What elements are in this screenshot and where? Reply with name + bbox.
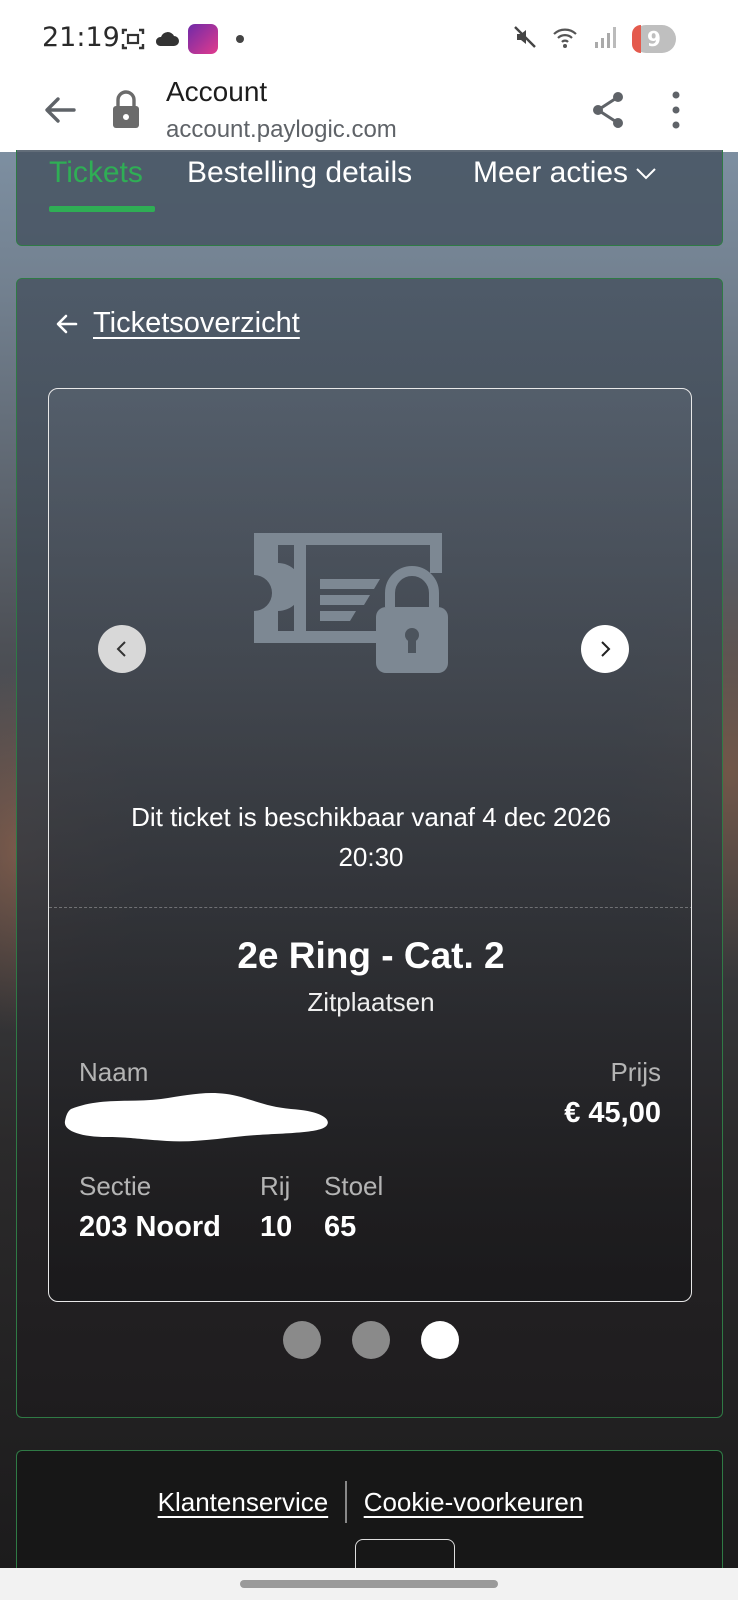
home-handle[interactable] (240, 1580, 498, 1588)
section-value: 203 Noord (79, 1211, 221, 1243)
tab-meer-acties[interactable]: Meer acties (473, 156, 656, 190)
pager-dot-1[interactable] (282, 1321, 321, 1359)
name-label: Naam (79, 1057, 149, 1087)
seat-label: Stoel (324, 1171, 384, 1201)
footer-card: Klantenservice Cookie-voorkeuren (16, 1450, 724, 1589)
chevron-down-icon (636, 168, 656, 180)
signal-icon (595, 27, 616, 48)
availability-line-2: 20:30 (338, 842, 404, 872)
ticket-detail-card: Ticketsoverzicht Dit ticket is beschikba… (16, 278, 723, 1418)
page-title: Account (166, 76, 268, 107)
footer-separator (345, 1481, 347, 1523)
browser-toolbar: Account account.paylogic.com (0, 74, 738, 152)
gesture-navigation-bar (0, 1568, 738, 1600)
footer-links: Klantenservice Cookie-voorkeuren (17, 1481, 724, 1523)
notification-dot-icon (236, 35, 244, 43)
tabs-card: Tickets Bestelling details Meer acties (16, 150, 723, 246)
back-link-label: Ticketsoverzicht (93, 307, 300, 339)
ticket-pager (17, 1321, 724, 1359)
seat-value: 65 (324, 1211, 357, 1243)
row-label: Rij (260, 1171, 291, 1201)
cloud-icon (155, 32, 179, 46)
ticket-card: Dit ticket is beschikbaar vanaf 4 dec 20… (48, 388, 692, 1302)
next-ticket-button[interactable] (581, 625, 629, 673)
ticket-subtitle: Zitplaatsen (307, 987, 435, 1017)
locked-ticket-icon (254, 533, 448, 673)
price-label: Prijs (610, 1057, 661, 1087)
price-value: € 45,00 (564, 1097, 661, 1129)
ticket-category-title: 2e Ring - Cat. 2 (237, 935, 505, 976)
arrow-left-icon (56, 314, 78, 333)
tab-tickets[interactable]: Tickets (49, 156, 143, 190)
availability-notice: Dit ticket is beschikbaar vanaf 4 dec 20… (69, 797, 673, 877)
ticket-divider (49, 907, 691, 908)
status-icons-left (120, 24, 244, 54)
mute-icon (514, 26, 536, 48)
lock-icon[interactable] (108, 88, 144, 132)
row-value: 10 (260, 1211, 293, 1243)
section-label: Sectie (79, 1171, 152, 1201)
share-icon[interactable] (590, 90, 626, 130)
battery-indicator: 9 (632, 25, 676, 53)
tab-meer-acties-label: Meer acties (473, 156, 629, 189)
page-url[interactable]: account.paylogic.com (166, 116, 397, 144)
pager-dot-2[interactable] (351, 1321, 390, 1359)
redacted-name (64, 1093, 328, 1142)
tab-active-indicator (49, 206, 155, 212)
screenshot-icon (121, 28, 145, 50)
chevron-left-icon (116, 641, 126, 657)
wifi-icon (553, 28, 577, 48)
status-bar: 21:19 9 (0, 0, 738, 74)
chevron-right-icon (601, 641, 611, 657)
tab-bestelling-details[interactable]: Bestelling details (187, 156, 412, 190)
pager-dot-3[interactable] (420, 1321, 459, 1359)
more-options-icon[interactable] (660, 88, 692, 132)
previous-ticket-button[interactable] (98, 625, 146, 673)
availability-line-1: Dit ticket is beschikbaar vanaf 4 dec 20… (131, 802, 611, 832)
cookie-preferences-link[interactable]: Cookie-voorkeuren (364, 1487, 584, 1518)
back-arrow-icon[interactable] (40, 90, 80, 130)
customer-service-link[interactable]: Klantenservice (158, 1487, 329, 1518)
status-time: 21:19 (42, 22, 120, 53)
back-to-overview-link[interactable]: Ticketsoverzicht (55, 307, 300, 340)
status-icons-right (512, 24, 618, 50)
app-badge-icon (188, 24, 218, 54)
